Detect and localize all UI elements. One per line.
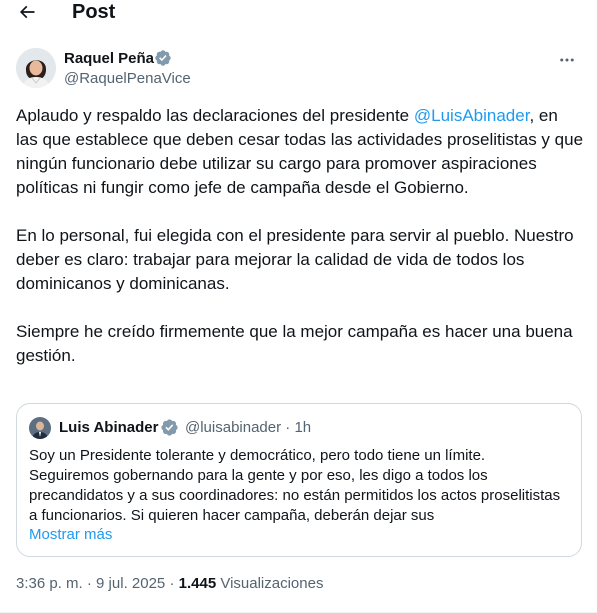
post-paragraph-1: Aplaudo y respaldo las declaraciones del… xyxy=(16,104,584,200)
avatar[interactable] xyxy=(16,48,56,88)
author-name[interactable]: Raquel Peña xyxy=(64,50,154,68)
verified-badge-icon xyxy=(155,50,171,66)
mention-link[interactable]: @LuisAbinader xyxy=(414,106,530,125)
quoted-post[interactable]: Luis Abinader @luisabinader · 1h Soy un … xyxy=(16,403,582,557)
views-label: Visualizaciones xyxy=(220,575,324,592)
show-more-link[interactable]: Mostrar más xyxy=(29,525,112,545)
more-options-button[interactable] xyxy=(555,50,579,70)
post-date[interactable]: 9 jul. 2025 xyxy=(96,575,165,592)
meta-separator: · xyxy=(165,575,179,592)
avatar-image xyxy=(16,48,56,88)
post-paragraph-2: En lo personal, fui elegida con el presi… xyxy=(16,226,574,293)
author-handle[interactable]: @RaquelPenaVice xyxy=(64,70,191,88)
post-meta: 3:36 p. m. · 9 jul. 2025 · 1.445 Visuali… xyxy=(16,575,323,593)
quote-author-name[interactable]: Luis Abinader xyxy=(59,419,158,437)
views-count: 1.445 xyxy=(178,575,217,592)
quote-text: Soy un Presidente tolerante y democrátic… xyxy=(29,447,561,524)
post-time[interactable]: 3:36 p. m. xyxy=(16,575,83,592)
post-text: Aplaudo y respaldo las declaraciones del… xyxy=(16,104,584,392)
meta-separator: · xyxy=(82,575,97,592)
post-paragraph-3: Siempre he creído firmemente que la mejo… xyxy=(16,322,573,365)
back-button[interactable] xyxy=(10,0,44,27)
quote-avatar-image xyxy=(29,417,51,439)
quote-avatar[interactable] xyxy=(29,417,51,439)
post-text-segment: Aplaudo y respaldo las declaraciones del… xyxy=(16,106,414,125)
post-author: Raquel Peña @RaquelPenaVice xyxy=(16,46,581,90)
more-horizontal-icon xyxy=(560,58,574,62)
verified-badge-icon xyxy=(161,419,178,436)
quote-handle-time[interactable]: @luisabinader · 1h xyxy=(185,419,311,437)
arrow-left-icon xyxy=(19,5,35,19)
page-title: Post xyxy=(72,1,116,23)
top-bar: Post xyxy=(0,0,597,28)
